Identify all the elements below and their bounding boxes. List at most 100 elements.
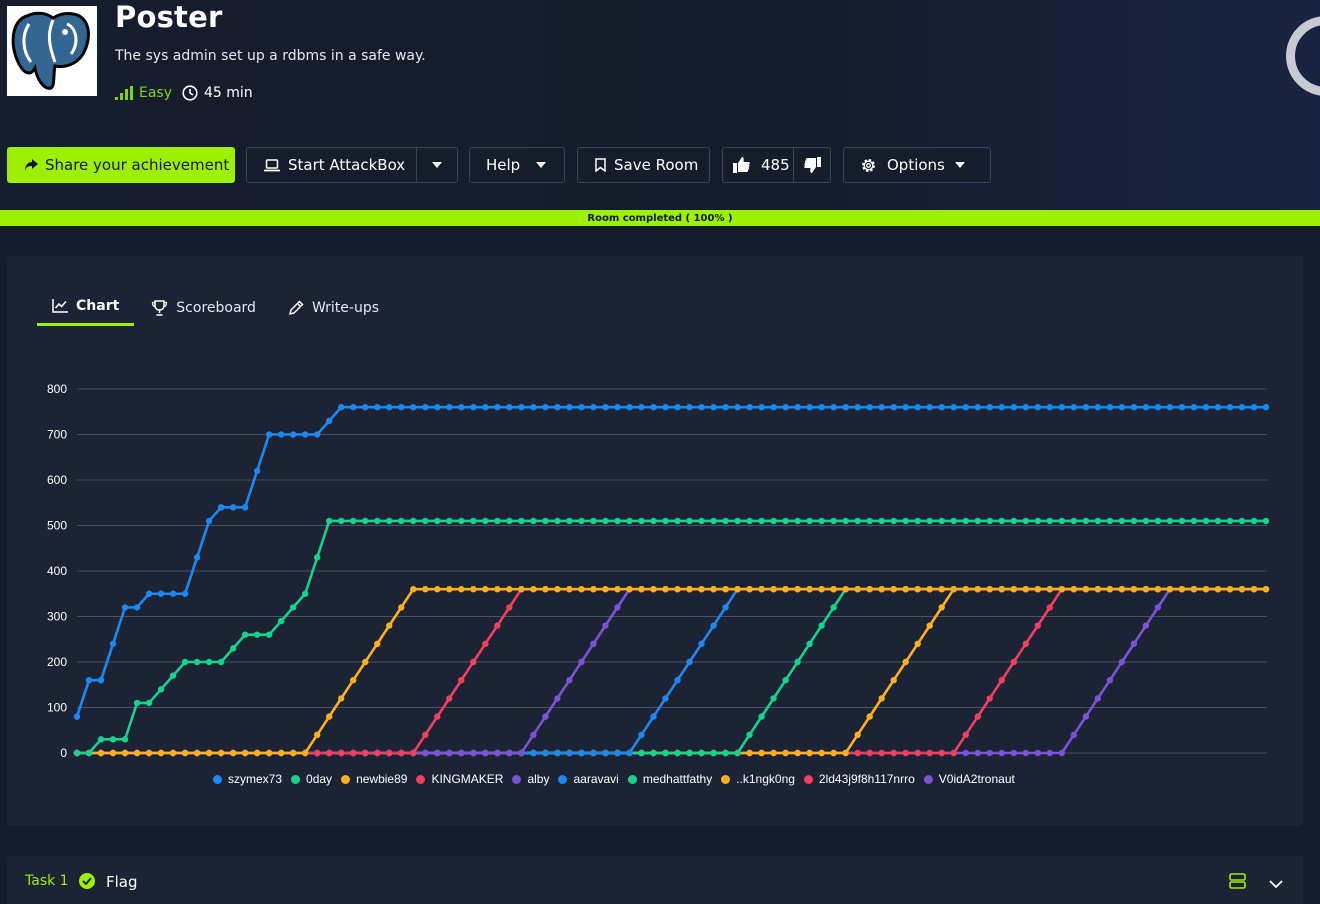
- data-point[interactable]: [662, 586, 669, 593]
- data-point[interactable]: [602, 749, 609, 757]
- data-point[interactable]: [650, 517, 657, 525]
- data-point[interactable]: [878, 749, 885, 757]
- data-point[interactable]: [446, 695, 453, 702]
- data-point[interactable]: [1070, 517, 1078, 525]
- data-point[interactable]: [1214, 404, 1222, 411]
- data-point[interactable]: [362, 517, 369, 525]
- data-point[interactable]: [950, 749, 957, 757]
- data-point[interactable]: [1022, 404, 1029, 411]
- data-point[interactable]: [506, 404, 513, 411]
- data-point[interactable]: [578, 586, 585, 593]
- data-point[interactable]: [1094, 695, 1102, 702]
- data-point[interactable]: [890, 517, 897, 525]
- data-point[interactable]: [1094, 517, 1102, 525]
- data-point[interactable]: [145, 749, 153, 757]
- data-point[interactable]: [1010, 517, 1017, 525]
- data-point[interactable]: [1082, 517, 1090, 525]
- data-point[interactable]: [386, 404, 393, 411]
- data-point[interactable]: [1010, 586, 1017, 593]
- data-point[interactable]: [926, 404, 933, 411]
- data-point[interactable]: [878, 695, 885, 702]
- data-point[interactable]: [458, 677, 465, 684]
- data-point[interactable]: [1010, 749, 1017, 757]
- data-point[interactable]: [1250, 404, 1258, 411]
- share-achievement-button[interactable]: Share your achievement: [7, 147, 235, 183]
- data-point[interactable]: [1142, 622, 1150, 629]
- data-point[interactable]: [458, 517, 465, 525]
- data-point[interactable]: [1250, 586, 1258, 593]
- data-point[interactable]: [446, 749, 453, 757]
- data-point[interactable]: [638, 586, 645, 593]
- data-point[interactable]: [854, 749, 861, 757]
- data-point[interactable]: [554, 695, 561, 702]
- data-point[interactable]: [674, 404, 681, 411]
- data-point[interactable]: [674, 749, 681, 757]
- task-1-row[interactable]: Task 1 Flag: [7, 856, 1303, 904]
- data-point[interactable]: [674, 677, 681, 684]
- data-point[interactable]: [878, 404, 885, 411]
- data-point[interactable]: [854, 731, 861, 738]
- data-point[interactable]: [962, 749, 969, 757]
- data-point[interactable]: [974, 586, 981, 593]
- data-point[interactable]: [554, 586, 561, 593]
- data-point[interactable]: [518, 586, 525, 593]
- data-point[interactable]: [133, 699, 141, 707]
- data-point[interactable]: [842, 404, 849, 411]
- data-point[interactable]: [121, 736, 129, 743]
- data-point[interactable]: [710, 622, 717, 629]
- data-point[interactable]: [277, 749, 285, 757]
- data-point[interactable]: [842, 586, 849, 593]
- data-point[interactable]: [950, 586, 957, 593]
- data-point[interactable]: [1178, 517, 1186, 525]
- data-point[interactable]: [410, 749, 417, 757]
- data-point[interactable]: [1250, 517, 1258, 525]
- data-point[interactable]: [902, 404, 909, 411]
- data-point[interactable]: [914, 517, 921, 525]
- data-point[interactable]: [530, 731, 537, 738]
- data-point[interactable]: [782, 404, 789, 411]
- data-point[interactable]: [1082, 404, 1090, 411]
- data-point[interactable]: [326, 749, 333, 757]
- data-point[interactable]: [614, 749, 621, 757]
- data-point[interactable]: [722, 404, 729, 411]
- data-point[interactable]: [866, 713, 873, 720]
- data-point[interactable]: [554, 404, 561, 411]
- data-point[interactable]: [1094, 586, 1102, 593]
- data-point[interactable]: [494, 622, 501, 629]
- data-point[interactable]: [650, 713, 657, 720]
- data-point[interactable]: [350, 517, 357, 525]
- data-point[interactable]: [578, 749, 585, 757]
- data-point[interactable]: [1226, 404, 1234, 411]
- data-point[interactable]: [314, 749, 321, 757]
- data-point[interactable]: [806, 517, 813, 525]
- data-point[interactable]: [217, 749, 225, 757]
- data-point[interactable]: [277, 431, 285, 438]
- legend-item[interactable]: 2ld43j9f8h117nrro: [803, 772, 915, 786]
- data-point[interactable]: [338, 695, 345, 702]
- data-point[interactable]: [794, 586, 801, 593]
- data-point[interactable]: [578, 658, 585, 666]
- chevron-down-icon[interactable]: [1269, 874, 1283, 893]
- data-point[interactable]: [602, 622, 609, 629]
- data-point[interactable]: [494, 404, 501, 411]
- data-point[interactable]: [914, 586, 921, 593]
- data-point[interactable]: [1238, 586, 1246, 593]
- data-point[interactable]: [542, 404, 549, 411]
- data-point[interactable]: [181, 590, 189, 597]
- data-point[interactable]: [289, 604, 297, 611]
- data-point[interactable]: [422, 586, 429, 593]
- data-point[interactable]: [902, 517, 909, 525]
- data-point[interactable]: [374, 749, 381, 757]
- data-point[interactable]: [890, 749, 897, 757]
- data-point[interactable]: [794, 749, 801, 757]
- data-point[interactable]: [1082, 586, 1090, 593]
- data-point[interactable]: [205, 658, 213, 666]
- data-point[interactable]: [1130, 586, 1138, 593]
- data-point[interactable]: [1034, 622, 1042, 629]
- data-point[interactable]: [890, 404, 897, 411]
- data-point[interactable]: [1166, 517, 1174, 525]
- data-point[interactable]: [686, 586, 693, 593]
- data-point[interactable]: [998, 677, 1005, 684]
- data-point[interactable]: [590, 640, 597, 647]
- data-point[interactable]: [157, 590, 165, 597]
